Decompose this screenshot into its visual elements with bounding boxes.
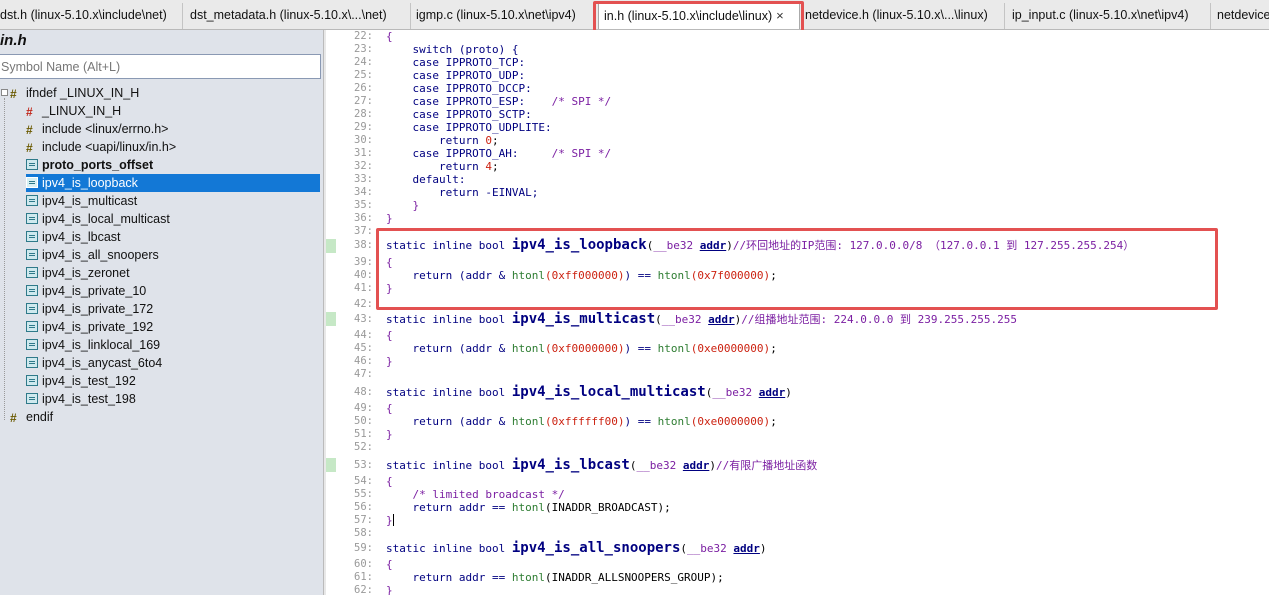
- tree-node-ipv4-is-private-192[interactable]: ipv4_is_private_192: [26, 318, 153, 336]
- function-icon: [26, 195, 38, 206]
- tree-guide-line: [4, 98, 5, 420]
- function-icon: [26, 393, 38, 404]
- function-name: ipv4_is_all_snoopers: [511, 540, 681, 556]
- tree-node-include-uapi[interactable]: # include <uapi/linux/in.h>: [26, 138, 176, 156]
- function-name: ipv4_is_multicast: [511, 311, 656, 327]
- function-icon: [26, 231, 38, 242]
- change-marker: [326, 458, 336, 472]
- tree-node-include-errno[interactable]: # include <linux/errno.h>: [26, 120, 168, 138]
- directive-icon: #: [10, 411, 17, 425]
- function-icon: [26, 285, 38, 296]
- function-icon: [26, 375, 38, 386]
- tab-in-h[interactable]: in.h (linux-5.10.x\include\linux) ×: [598, 3, 800, 29]
- directive-icon: #: [26, 141, 33, 155]
- tree-node-ipv4-is-local-multicast[interactable]: ipv4_is_local_multicast: [26, 210, 170, 228]
- directive-icon: #: [26, 123, 33, 137]
- tree-node-ifndef[interactable]: # ifndef _LINUX_IN_H: [1, 84, 139, 102]
- change-marker: [326, 312, 336, 326]
- function-icon: [26, 321, 38, 332]
- tree-node-proto-ports-offset[interactable]: proto_ports_offset: [26, 156, 153, 174]
- tree-node-ipv4-is-lbcast[interactable]: ipv4_is_lbcast: [26, 228, 121, 246]
- function-icon: [26, 303, 38, 314]
- symbol-panel: in.h #ifndef _LINUX_IN_H #_LINUX_IN_H #i…: [0, 30, 323, 595]
- tree-node-ipv4-is-private-10[interactable]: ipv4_is_private_10: [26, 282, 146, 300]
- tree-node-ipv4-is-private-172[interactable]: ipv4_is_private_172: [26, 300, 153, 318]
- tab-igmp-c[interactable]: igmp.c (linux-5.10.x\net\ipv4): [410, 3, 596, 29]
- text-caret: [392, 514, 394, 526]
- tree-node-ipv4-is-test-192[interactable]: ipv4_is_test_192: [26, 372, 136, 390]
- tree-node-define[interactable]: # _LINUX_IN_H: [26, 102, 121, 120]
- file-title: in.h: [0, 32, 27, 49]
- tab-ip-input-c[interactable]: ip_input.c (linux-5.10.x\net\ipv4): [1004, 3, 1210, 29]
- function-name: ipv4_is_local_multicast: [511, 384, 706, 400]
- code-editor[interactable]: 22:{ 23: switch (proto) { 24: case IPPRO…: [326, 30, 1269, 595]
- function-icon: [26, 267, 38, 278]
- tree-node-ipv4-is-multicast[interactable]: ipv4_is_multicast: [26, 192, 137, 210]
- function-icon: [26, 159, 38, 170]
- change-marker: [326, 239, 336, 253]
- tree-node-endif[interactable]: # endif: [10, 408, 53, 426]
- tree-node-ipv4-is-anycast-6to4[interactable]: ipv4_is_anycast_6to4: [26, 354, 162, 372]
- function-icon: [26, 357, 38, 368]
- collapse-icon[interactable]: [1, 89, 8, 96]
- function-icon: [26, 249, 38, 260]
- tab-netdevice-more[interactable]: netdevice: [1210, 3, 1269, 29]
- function-name: ipv4_is_lbcast: [511, 457, 630, 473]
- function-icon: [26, 177, 38, 188]
- tree-node-ipv4-is-all-snoopers[interactable]: ipv4_is_all_snoopers: [26, 246, 159, 264]
- symbol-search-input[interactable]: [0, 54, 321, 79]
- close-icon[interactable]: ×: [776, 4, 784, 28]
- tab-dst-h[interactable]: dst.h (linux-5.10.x\include\net): [0, 3, 180, 29]
- tab-netdevice-h[interactable]: netdevice.h (linux-5.10.x\...\linux): [802, 3, 1000, 29]
- function-icon: [26, 339, 38, 350]
- tree-node-ipv4-is-linklocal-169[interactable]: ipv4_is_linklocal_169: [26, 336, 160, 354]
- function-icon: [26, 213, 38, 224]
- tree-node-ipv4-is-zeronet[interactable]: ipv4_is_zeronet: [26, 264, 130, 282]
- tab-bar: dst.h (linux-5.10.x\include\net) dst_met…: [0, 0, 1269, 30]
- tree-node-ipv4-is-loopback[interactable]: ipv4_is_loopback: [26, 174, 320, 192]
- function-name: ipv4_is_loopback: [511, 237, 647, 253]
- directive-icon: #: [10, 87, 17, 101]
- tab-dst-metadata-h[interactable]: dst_metadata.h (linux-5.10.x\...\net): [182, 3, 410, 29]
- define-icon: #: [26, 105, 33, 119]
- tab-in-h-label: in.h (linux-5.10.x\include\linux): [604, 9, 773, 23]
- tree-node-ipv4-is-test-198[interactable]: ipv4_is_test_198: [26, 390, 136, 408]
